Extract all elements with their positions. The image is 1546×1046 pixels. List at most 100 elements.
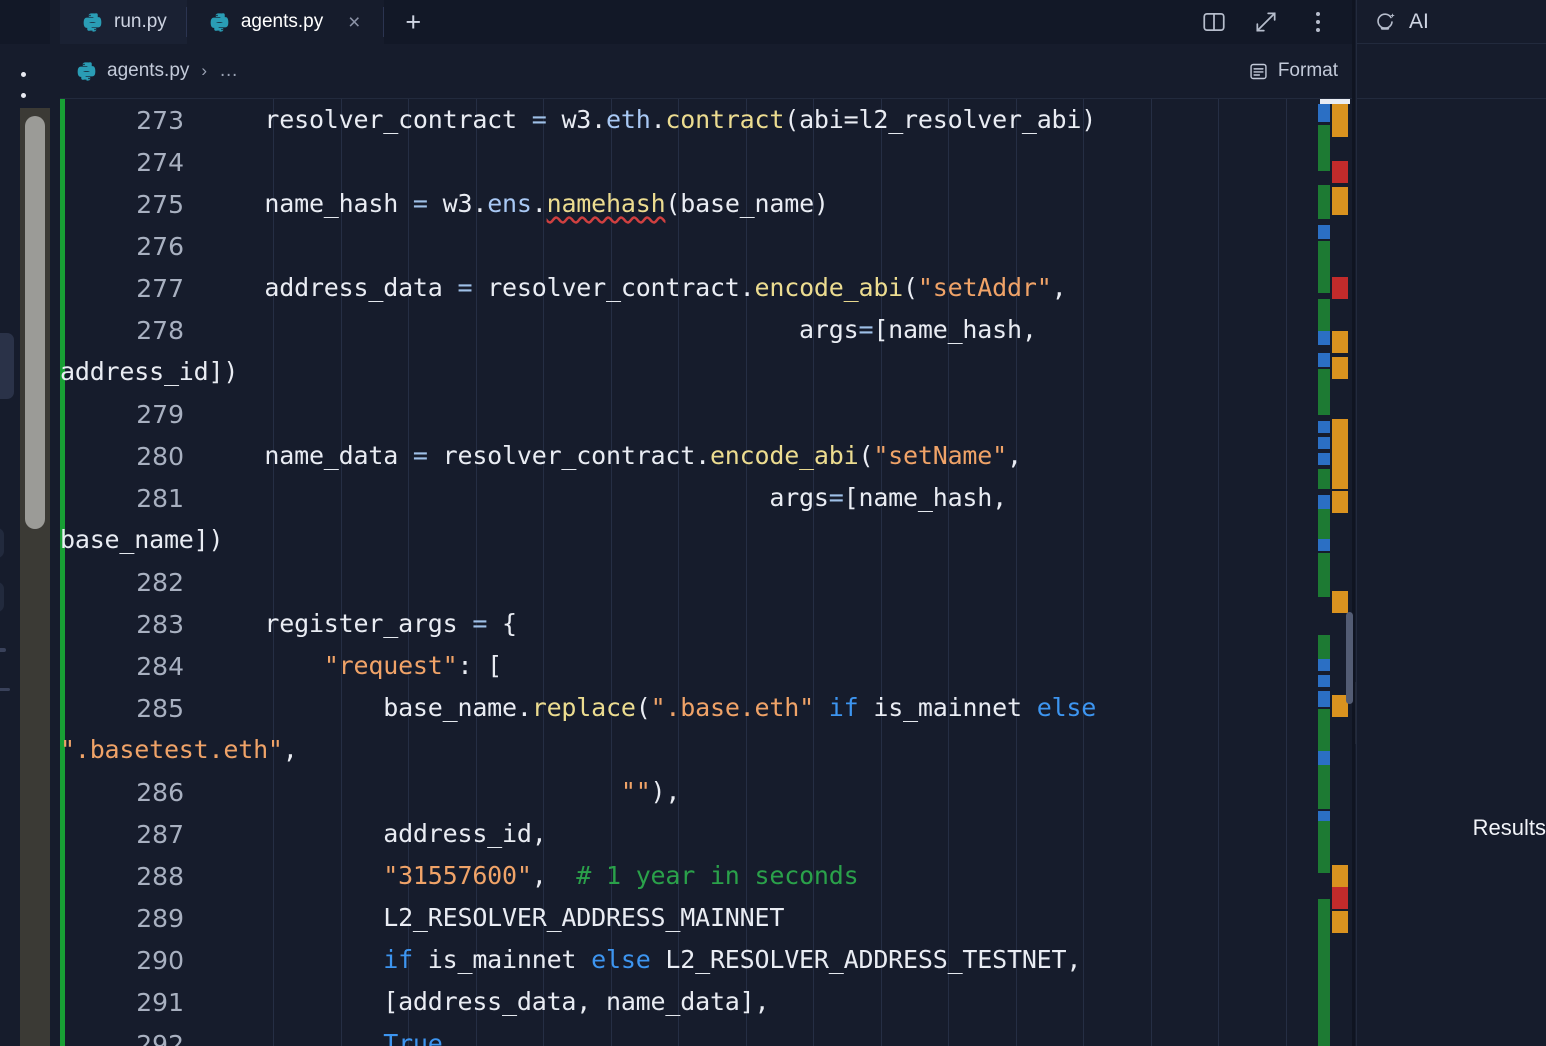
ruler-marker[interactable]: [1318, 331, 1330, 345]
ruler-marker[interactable]: [1332, 357, 1348, 379]
ruler-marker[interactable]: [1332, 911, 1348, 933]
tab-agents-py[interactable]: agents.py ×: [186, 0, 385, 44]
ruler-marker[interactable]: [1318, 709, 1330, 755]
editor-scrollbar-thumb[interactable]: [1346, 612, 1353, 704]
ruler-marker[interactable]: [1318, 765, 1330, 809]
ruler-marker[interactable]: [1318, 811, 1330, 821]
code-text[interactable]: "31557600", # 1 year in seconds: [205, 855, 1352, 897]
ruler-marker[interactable]: [1318, 185, 1330, 219]
code-line-wrap[interactable]: ".basetest.eth",: [60, 729, 1352, 771]
code-line-wrap[interactable]: base_name]): [60, 519, 1352, 561]
new-tab-button[interactable]: +: [384, 0, 442, 44]
code-text[interactable]: address_id,: [205, 813, 1352, 855]
code-line[interactable]: 279: [60, 393, 1352, 435]
ruler-marker[interactable]: [1318, 691, 1330, 707]
ruler-marker[interactable]: [1318, 635, 1330, 661]
code-line[interactable]: 287 address_id,: [60, 813, 1352, 855]
code-line[interactable]: 286 ""),: [60, 771, 1352, 813]
partial-panel-chip[interactable]: [0, 333, 14, 399]
tab-run-py[interactable]: run.py: [60, 0, 187, 44]
ruler-marker[interactable]: [1318, 495, 1330, 509]
ruler-marker[interactable]: [1332, 419, 1348, 443]
close-icon[interactable]: ×: [344, 12, 364, 33]
ruler-marker[interactable]: [1318, 509, 1330, 539]
ruler-marker[interactable]: [1318, 675, 1330, 687]
ruler-marker[interactable]: [1318, 539, 1330, 551]
ruler-marker[interactable]: [1332, 103, 1348, 137]
ruler-marker[interactable]: [1332, 591, 1348, 613]
ruler-marker[interactable]: [1318, 751, 1330, 765]
code-line[interactable]: 283 register_args = {: [60, 603, 1352, 645]
partial-panel-chip[interactable]: [0, 528, 4, 558]
code-text[interactable]: True: [205, 1023, 1352, 1046]
ruler-marker[interactable]: [1318, 104, 1330, 122]
format-button[interactable]: Format: [1248, 60, 1338, 82]
ruler-marker[interactable]: [1318, 421, 1330, 433]
code-line[interactable]: 291 [address_data, name_data],: [60, 981, 1352, 1023]
ruler-marker[interactable]: [1318, 369, 1330, 415]
ruler-marker[interactable]: [1318, 241, 1330, 293]
ruler-marker[interactable]: [1332, 331, 1348, 353]
breadcrumb[interactable]: agents.py › …: [60, 60, 239, 82]
code-editor[interactable]: 273 resolver_contract = w3.eth.contract(…: [60, 99, 1352, 1046]
code-line[interactable]: 273 resolver_contract = w3.eth.contract(…: [60, 99, 1352, 141]
code-line[interactable]: 284 "request": [: [60, 645, 1352, 687]
scrollbar-thumb[interactable]: [25, 116, 45, 529]
code-line[interactable]: 278 args=[name_hash,: [60, 309, 1352, 351]
ruler-marker[interactable]: [1318, 437, 1330, 449]
code-text[interactable]: address_data = resolver_contract.encode_…: [205, 267, 1352, 309]
ruler-marker[interactable]: [1332, 187, 1348, 215]
code-line[interactable]: 280 name_data = resolver_contract.encode…: [60, 435, 1352, 477]
code-text[interactable]: register_args = {: [205, 603, 1352, 645]
code-text[interactable]: L2_RESOLVER_ADDRESS_MAINNET: [205, 897, 1352, 939]
code-line[interactable]: 276: [60, 225, 1352, 267]
code-text[interactable]: ""),: [205, 771, 1352, 813]
code-text[interactable]: address_id]): [60, 351, 1207, 393]
ruler-marker[interactable]: [1318, 453, 1330, 465]
code-text[interactable]: if is_mainnet else L2_RESOLVER_ADDRESS_T…: [205, 939, 1352, 981]
code-line[interactable]: 288 "31557600", # 1 year in seconds: [60, 855, 1352, 897]
ruler-marker[interactable]: [1332, 467, 1348, 489]
partial-panel-chip[interactable]: [0, 582, 4, 612]
ruler-marker[interactable]: [1318, 299, 1330, 335]
ruler-marker[interactable]: [1332, 277, 1348, 299]
ruler-marker[interactable]: [1332, 161, 1348, 183]
expand-diagonal-icon[interactable]: [1252, 8, 1280, 36]
code-text[interactable]: args=[name_hash,: [205, 477, 1352, 519]
ruler-marker[interactable]: [1332, 443, 1348, 467]
ruler-marker[interactable]: [1332, 865, 1348, 887]
breadcrumb-overflow[interactable]: …: [219, 60, 239, 82]
left-vertical-scrollbar[interactable]: [20, 108, 50, 1046]
ruler-marker[interactable]: [1318, 553, 1330, 597]
code-text[interactable]: name_hash = w3.ens.namehash(base_name): [205, 183, 1352, 225]
ruler-marker[interactable]: [1318, 353, 1330, 367]
code-text[interactable]: args=[name_hash,: [205, 309, 1352, 351]
code-line[interactable]: 290 if is_mainnet else L2_RESOLVER_ADDRE…: [60, 939, 1352, 981]
ruler-marker[interactable]: [1332, 887, 1348, 909]
code-text[interactable]: "request": [: [205, 645, 1352, 687]
code-line[interactable]: 282: [60, 561, 1352, 603]
code-text[interactable]: name_data = resolver_contract.encode_abi…: [205, 435, 1352, 477]
code-line[interactable]: 292 True: [60, 1023, 1352, 1046]
code-text[interactable]: base_name.replace(".base.eth" if is_main…: [205, 687, 1352, 729]
code-line[interactable]: 277 address_data = resolver_contract.enc…: [60, 267, 1352, 309]
split-panel-icon[interactable]: [1200, 8, 1228, 36]
ai-panel-header[interactable]: AI: [1357, 0, 1546, 44]
code-line[interactable]: 274: [60, 141, 1352, 183]
code-line[interactable]: 275 name_hash = w3.ens.namehash(base_nam…: [60, 183, 1352, 225]
code-line[interactable]: 285 base_name.replace(".base.eth" if is_…: [60, 687, 1352, 729]
code-line-wrap[interactable]: address_id]): [60, 351, 1352, 393]
code-line[interactable]: 281 args=[name_hash,: [60, 477, 1352, 519]
code-text[interactable]: resolver_contract = w3.eth.contract(abi=…: [205, 99, 1352, 141]
code-text[interactable]: base_name]): [60, 519, 1207, 561]
ruler-marker[interactable]: [1318, 821, 1330, 873]
annotation-ruler[interactable]: [1318, 99, 1352, 1046]
ruler-marker[interactable]: [1318, 125, 1330, 171]
panel-divider[interactable]: [1352, 0, 1355, 1046]
code-text[interactable]: [address_data, name_data],: [205, 981, 1352, 1023]
ruler-marker[interactable]: [1318, 225, 1330, 239]
kebab-menu-icon[interactable]: [1304, 8, 1332, 36]
code-text[interactable]: ".basetest.eth",: [60, 729, 1207, 771]
ruler-marker[interactable]: [1318, 469, 1330, 489]
ruler-marker[interactable]: [1332, 491, 1348, 513]
